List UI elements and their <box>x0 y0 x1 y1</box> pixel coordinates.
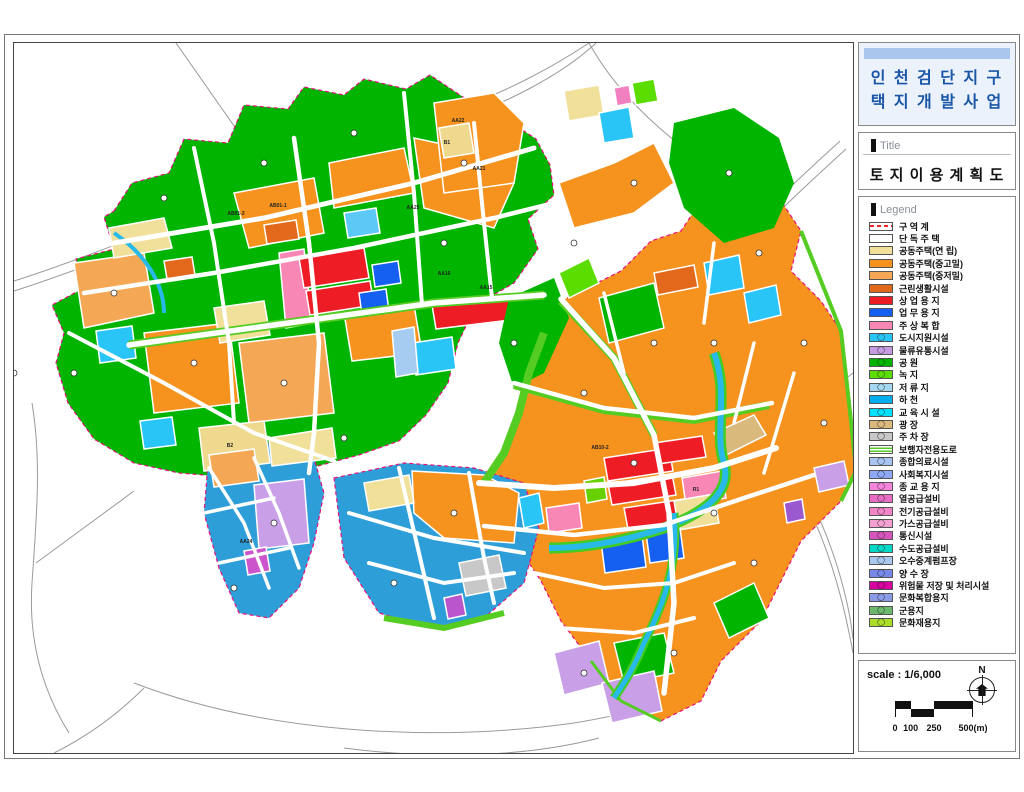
legend-swatch: ◯ <box>869 556 893 565</box>
legend-swatch: ◯ <box>869 618 893 627</box>
legend-item: ◯저 류 지 <box>869 381 1015 393</box>
legend-item: ◯열공급설비 <box>869 493 1015 505</box>
legend-item: ◯문화재용지 <box>869 617 1015 629</box>
legend-item: ◯양 수 장 <box>869 567 1015 579</box>
project-title-box: 인 천 검 단 지 구 택 지 개 발 사 업 <box>858 42 1016 126</box>
legend-item: ◯도시지원시설 <box>869 332 1015 344</box>
legend-swatch <box>869 321 893 330</box>
legend-swatch <box>869 259 893 268</box>
legend-item: 공동주택(중저밀) <box>869 270 1015 282</box>
legend-swatch: ◯ <box>869 531 893 540</box>
parcel-label: AA21 <box>473 166 486 172</box>
legend-swatch: ◯ <box>869 420 893 429</box>
legend-swatch: ◯ <box>869 432 893 441</box>
parcel-label: AA25 <box>407 205 420 211</box>
legend-section-header: Legend <box>880 204 917 216</box>
legend-swatch: ◯ <box>869 593 893 602</box>
legend-swatch: ◯ <box>869 581 893 590</box>
parcel-label: AA15 <box>480 285 493 291</box>
legend-item: 근린생활시설 <box>869 282 1015 294</box>
legend-swatch <box>869 445 893 454</box>
map-canvas[interactable]: AA22 AA21 B1 AA25 AB01-2 AB01-1 AA16 AA1… <box>14 43 853 753</box>
scale-bar: 0 100 250 500(m) <box>895 701 973 737</box>
legend-item: ◯문화복합용지 <box>869 592 1015 604</box>
legend-swatch <box>869 234 893 243</box>
legend-swatch <box>869 296 893 305</box>
legend-swatch <box>869 395 893 404</box>
legend-item: 하 천 <box>869 393 1015 405</box>
legend-swatch: ◯ <box>869 408 893 417</box>
legend-item: ◯위험물 저장 및 처리시설 <box>869 579 1015 591</box>
legend-swatch <box>869 284 893 293</box>
project-title-bar <box>864 48 1010 59</box>
legend-item: ◯주 차 장 <box>869 431 1015 443</box>
legend-item: ◯물류유통시설 <box>869 344 1015 356</box>
scale-ticks: 0 100 250 500(m) <box>895 723 973 737</box>
project-title: 인 천 검 단 지 구 택 지 개 발 사 업 <box>859 67 1015 115</box>
legend-item: ◯전기공급설비 <box>869 505 1015 517</box>
legend-box: Legend 구 역 계 단 독 주 택 공동주택(연 립) 공동주택(중고밀)… <box>858 196 1016 654</box>
legend-item: ◯가스공급설비 <box>869 517 1015 529</box>
north-indicator: N <box>967 665 997 703</box>
legend-swatch <box>869 222 893 231</box>
legend-swatch <box>869 308 893 317</box>
legend-item: ◯녹 지 <box>869 369 1015 381</box>
legend-item: 주 상 복 합 <box>869 319 1015 331</box>
parcel-label: AA22 <box>452 118 465 124</box>
legend-list: 구 역 계 단 독 주 택 공동주택(연 립) 공동주택(중고밀) 공동주택(중… <box>859 218 1015 629</box>
legend-item: ◯사회복지시설 <box>869 468 1015 480</box>
legend-swatch: ◯ <box>869 470 893 479</box>
legend-item: ◯종 교 용 지 <box>869 480 1015 492</box>
parcel-label: AB01-1 <box>269 203 286 209</box>
legend-item: ◯광 장 <box>869 418 1015 430</box>
legend-swatch: ◯ <box>869 457 893 466</box>
legend-item: 구 역 계 <box>869 220 1015 232</box>
parcel-label: AB10-2 <box>591 445 608 451</box>
legend-swatch: ◯ <box>869 333 893 342</box>
section-marker <box>871 203 876 216</box>
legend-item: ◯공 원 <box>869 356 1015 368</box>
compass-icon <box>969 677 995 703</box>
legend-item: ◯교 육 시 설 <box>869 406 1015 418</box>
parcel-label: B2 <box>227 443 234 449</box>
legend-item: 공동주택(중고밀) <box>869 257 1015 269</box>
legend-swatch: ◯ <box>869 346 893 355</box>
legend-swatch <box>869 271 893 280</box>
legend-item: 상 업 용 지 <box>869 294 1015 306</box>
scale-box: scale : 1/6,000 N 0 100 250 500(m) <box>858 660 1016 752</box>
legend-item: 보행자전용도로 <box>869 443 1015 455</box>
legend-item: 공동주택(연 립) <box>869 245 1015 257</box>
legend-swatch: ◯ <box>869 507 893 516</box>
legend-item: 단 독 주 택 <box>869 232 1015 244</box>
legend-swatch: ◯ <box>869 606 893 615</box>
parcel-label: B1 <box>444 140 451 146</box>
legend-item: ◯군용지 <box>869 604 1015 616</box>
legend-swatch: ◯ <box>869 482 893 491</box>
map-title: 토 지 이 용 계 획 도 <box>859 164 1015 185</box>
parcel-label: AB01-2 <box>227 211 244 217</box>
legend-swatch: ◯ <box>869 494 893 503</box>
project-title-line1: 인 천 검 단 지 구 <box>859 67 1015 91</box>
legend-swatch <box>869 246 893 255</box>
parcel-label: AA24 <box>240 539 253 545</box>
legend-item: ◯종합의료시설 <box>869 455 1015 467</box>
parcel-label: AA16 <box>438 271 451 277</box>
legend-swatch: ◯ <box>869 544 893 553</box>
project-title-line2: 택 지 개 발 사 업 <box>859 91 1015 115</box>
legend-swatch: ◯ <box>869 519 893 528</box>
legend-item: ◯통신시설 <box>869 530 1015 542</box>
title-section-header: Title <box>880 140 900 152</box>
parcel-label: R1 <box>693 487 700 493</box>
map-panel: AA22 AA21 B1 AA25 AB01-2 AB01-1 AA16 AA1… <box>13 42 854 754</box>
legend-swatch: ◯ <box>869 383 893 392</box>
scale-text: scale : 1/6,000 <box>867 669 941 681</box>
legend-swatch: ◯ <box>869 370 893 379</box>
legend-item: 업 무 용 지 <box>869 307 1015 319</box>
legend-item: ◯수도공급설비 <box>869 542 1015 554</box>
legend-swatch: ◯ <box>869 569 893 578</box>
legend-item: ◯오수중계펌프장 <box>869 555 1015 567</box>
legend-swatch: ◯ <box>869 358 893 367</box>
title-box: Title 토 지 이 용 계 획 도 <box>858 132 1016 190</box>
section-marker <box>871 139 876 152</box>
